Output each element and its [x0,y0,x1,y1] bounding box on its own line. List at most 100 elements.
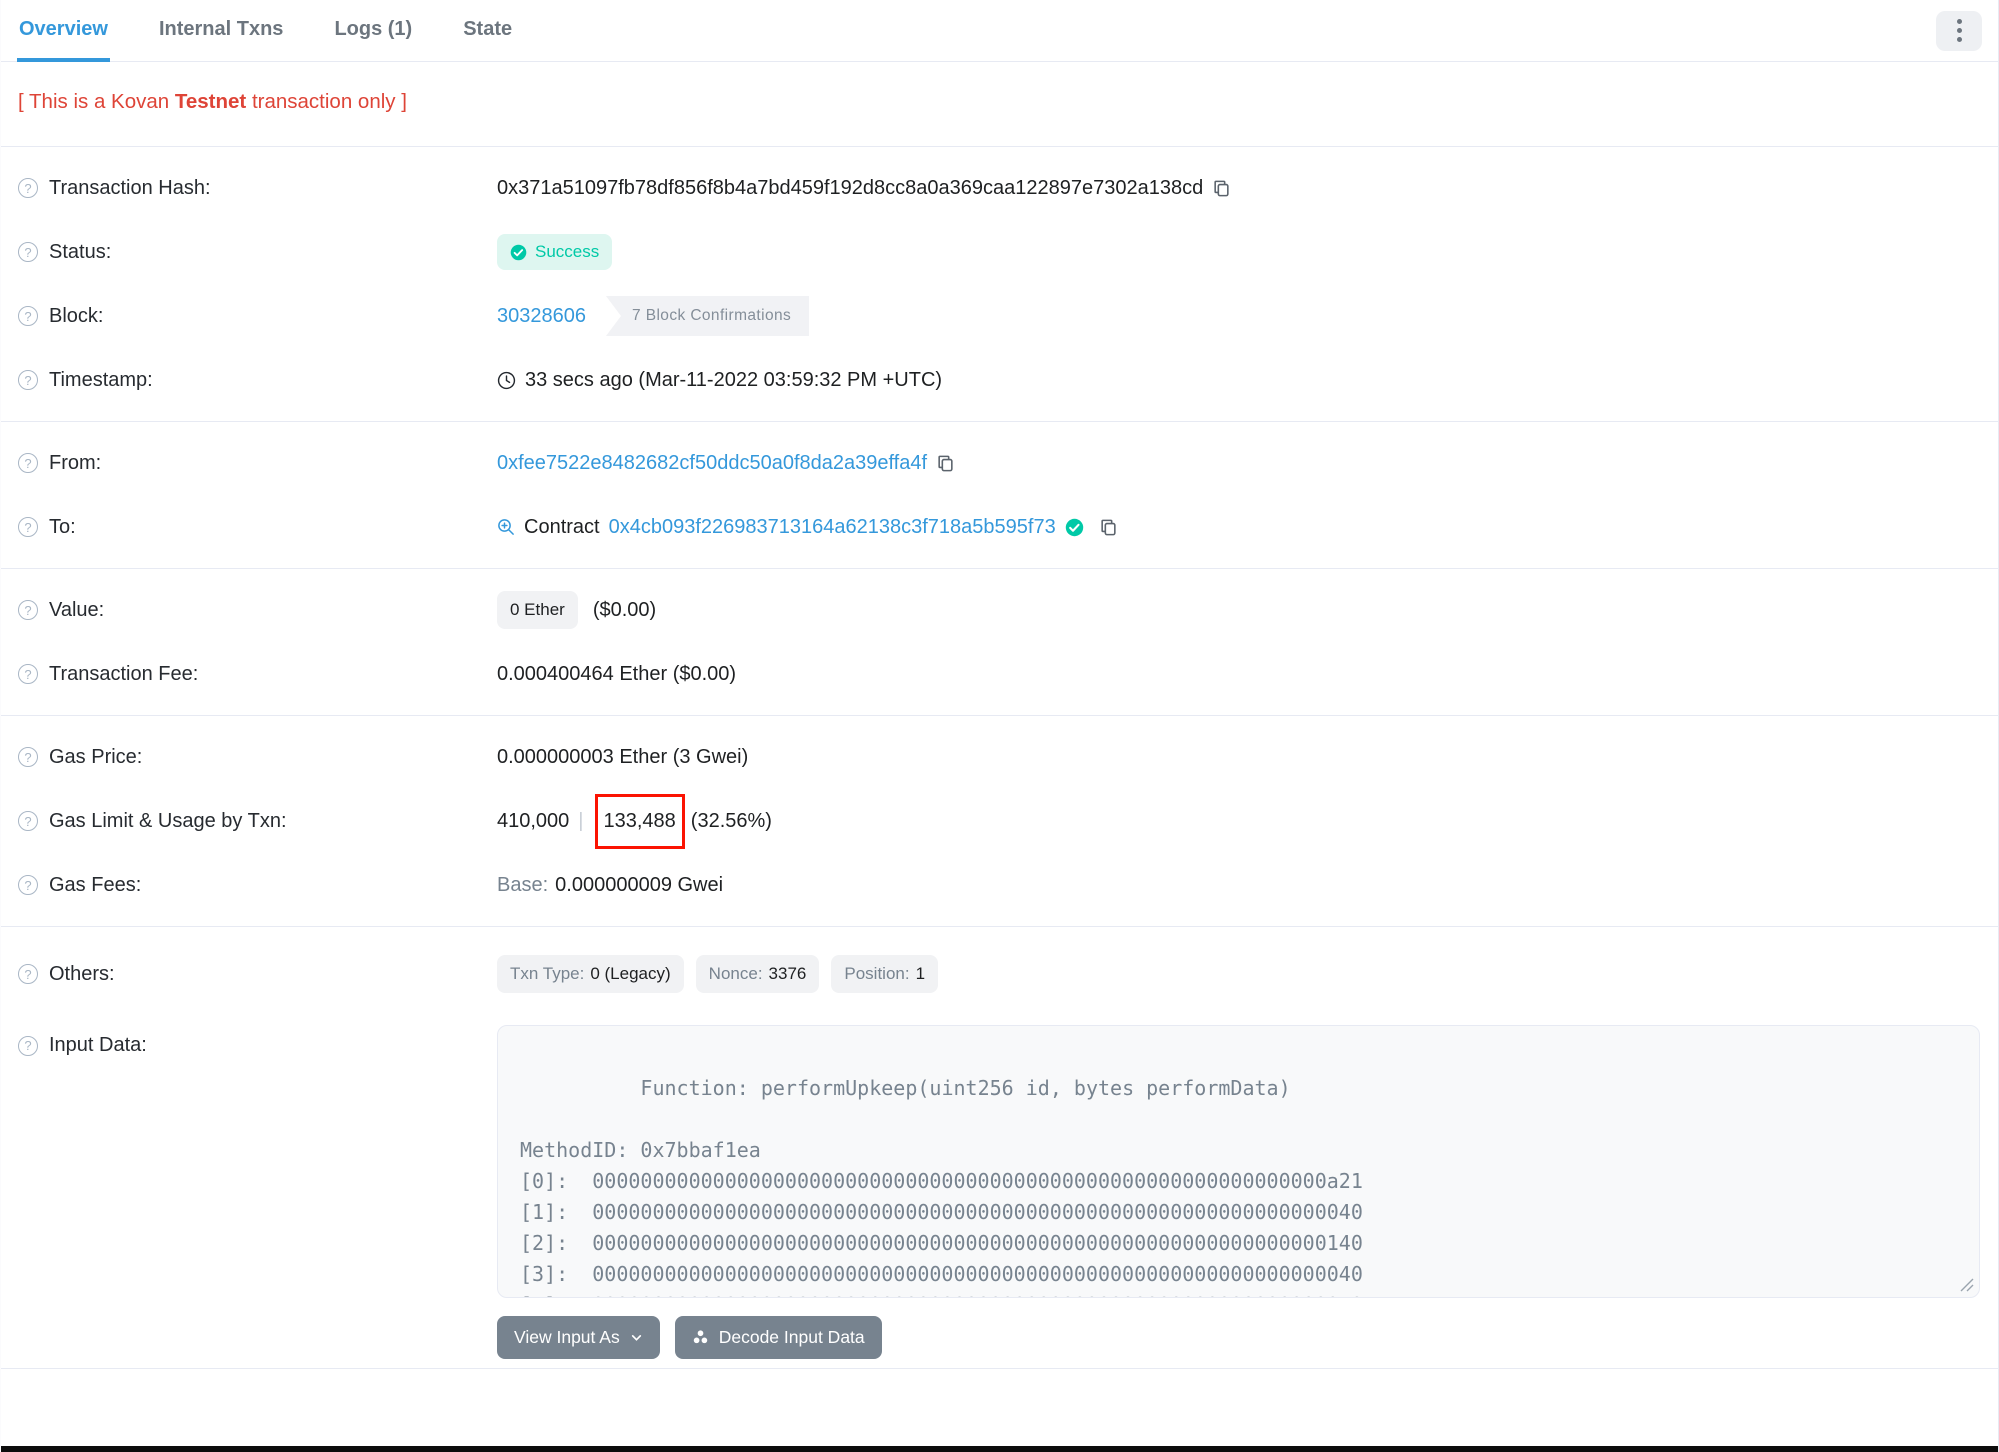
resize-grip-icon[interactable] [1960,1278,1974,1292]
gas-price-label: Gas Price: [49,745,143,768]
nonce-label: Nonce: [708,964,763,983]
magnifier-plus-icon[interactable] [497,518,515,536]
clock-icon [497,371,516,389]
row-timestamp: ? Timestamp: 33 secs ago (Mar-11-2022 03… [1,348,1998,412]
help-icon[interactable]: ? [18,370,38,390]
from-address-link[interactable]: 0xfee7522e8482682cf50ddc50a0f8da2a39effa… [497,452,927,475]
row-from: ? From: 0xfee7522e8482682cf50ddc50a0f8da… [1,431,1998,495]
status-label: Status: [49,240,112,263]
block-label: Block: [49,304,104,327]
verified-check-icon [1065,518,1083,536]
decode-icon [693,1330,707,1344]
nonce-badge: Nonce: 3376 [695,955,820,993]
row-status: ? Status: Success [1,220,1998,284]
gas-used-percent: (32.56%) [690,809,772,832]
status-badge: Success [497,234,613,270]
row-value: ? Value: 0 Ether ($0.00) [1,578,1998,642]
pipe-separator: | [578,809,584,832]
input-data-label: Input Data: [49,1034,147,1056]
timestamp-value: 33 secs ago (Mar-11-2022 03:59:32 PM +UT… [525,368,943,391]
tab-state[interactable]: State [461,0,514,62]
copy-icon[interactable] [1099,518,1118,537]
block-number-link[interactable]: 30328606 [497,305,586,328]
row-others: ? Others: Txn Type: 0 (Legacy) Nonce: 33… [1,936,1998,1012]
input-data-textarea[interactable]: Function: performUpkeep(uint256 id, byte… [497,1025,1980,1298]
copy-icon[interactable] [1212,179,1231,198]
help-icon[interactable]: ? [18,664,38,684]
status-text: Success [535,242,600,261]
row-transaction-hash: ? Transaction Hash: 0x371a51097fb78df856… [1,156,1998,220]
gas-used-annotation-box: 133,488 [594,793,685,849]
base-fee-value: 0.000000009 Gwei [555,873,724,896]
section-others-input: ? Others: Txn Type: 0 (Legacy) Nonce: 33… [1,926,1998,1368]
help-icon[interactable]: ? [18,178,38,198]
tab-overview[interactable]: Overview [17,0,110,62]
block-confirmations-badge: 7 Block Confirmations [605,296,810,336]
help-icon[interactable]: ? [18,964,38,984]
txn-type-label: Txn Type: [510,964,585,983]
notice-suffix: transaction only ] [246,90,407,113]
txn-type-value: 0 (Legacy) [590,964,671,983]
help-icon[interactable]: ? [18,242,38,262]
help-icon[interactable]: ? [18,517,38,537]
transaction-details-page: Overview Internal Txns Logs (1) State [ … [0,0,1999,1452]
gas-limit-usage-label: Gas Limit & Usage by Txn: [49,809,287,832]
row-gas-price: ? Gas Price: 0.000000003 Ether (3 Gwei) [1,725,1998,789]
notice-prefix: [ This is a Kovan [18,90,175,113]
txn-type-badge: Txn Type: 0 (Legacy) [497,955,684,993]
from-label: From: [49,451,102,474]
gas-limit-value: 410,000 [497,809,570,832]
bottom-window-edge [1,1446,1998,1452]
view-input-as-label: View Input As [514,1327,620,1347]
row-block: ? Block: 30328606 7 Block Confirmations [1,284,1998,348]
to-label: To: [49,515,76,538]
value-label: Value: [49,598,105,621]
testnet-notice: [ This is a Kovan Testnet transaction on… [1,62,1998,146]
copy-icon[interactable] [936,454,955,473]
transaction-hash-value: 0x371a51097fb78df856f8b4a7bd459f192d8cc8… [497,176,1204,199]
position-value: 1 [915,964,926,983]
row-input-data: ? Input Data: Function: performUpkeep(ui… [1,1012,1998,1359]
section-addresses: ? From: 0xfee7522e8482682cf50ddc50a0f8da… [1,421,1998,568]
help-icon[interactable]: ? [18,875,38,895]
gas-used-value: 133,488 [603,809,676,832]
help-icon[interactable]: ? [18,453,38,473]
row-gas-fees: ? Gas Fees: Base: 0.000000009 Gwei [1,853,1998,917]
timestamp-label: Timestamp: [49,368,153,391]
base-fee-label: Base: [497,873,549,896]
tab-logs[interactable]: Logs (1) [332,0,414,62]
gas-fees-label: Gas Fees: [49,873,142,896]
decode-input-data-button[interactable]: Decode Input Data [674,1316,882,1359]
chevron-down-icon [631,1335,641,1341]
help-icon[interactable]: ? [18,747,38,767]
kebab-menu-button[interactable] [1936,10,1982,51]
others-label: Others: [49,962,115,985]
notice-bold: Testnet [174,90,247,113]
tab-internal-txns[interactable]: Internal Txns [157,0,285,62]
help-icon[interactable]: ? [18,1035,38,1056]
decode-input-data-label: Decode Input Data [718,1327,865,1347]
section-overview-top: ? Transaction Hash: 0x371a51097fb78df856… [1,146,1998,421]
to-type: Contract [524,515,600,538]
position-label: Position: [844,964,910,983]
help-icon[interactable]: ? [18,306,38,326]
input-data-content: Function: performUpkeep(uint256 id, byte… [520,1076,1363,1297]
kebab-icon [1956,19,1962,24]
value-amount-badge: 0 Ether [497,591,578,629]
help-icon[interactable]: ? [18,600,38,620]
value-usd: ($0.00) [592,598,657,621]
transaction-fee-label: Transaction Fee: [49,662,199,685]
transaction-hash-label: Transaction Hash: [49,176,211,199]
row-gas-limit-usage: ? Gas Limit & Usage by Txn: 410,000 | 13… [1,789,1998,853]
transaction-fee-value: 0.000400464 Ether ($0.00) [497,662,737,685]
tab-bar: Overview Internal Txns Logs (1) State [1,0,1998,62]
view-input-as-button[interactable]: View Input As [497,1316,660,1359]
section-value: ? Value: 0 Ether ($0.00) ? Transaction F… [1,568,1998,715]
gas-price-value: 0.000000003 Ether (3 Gwei) [497,745,749,768]
position-badge: Position: 1 [831,955,939,993]
help-icon[interactable]: ? [18,811,38,831]
nonce-value: 3376 [768,964,807,983]
to-address-link[interactable]: 0x4cb093f226983713164a62138c3f718a5b595f… [609,516,1056,539]
row-transaction-fee: ? Transaction Fee: 0.000400464 Ether ($0… [1,642,1998,706]
check-circle-icon [510,244,527,260]
